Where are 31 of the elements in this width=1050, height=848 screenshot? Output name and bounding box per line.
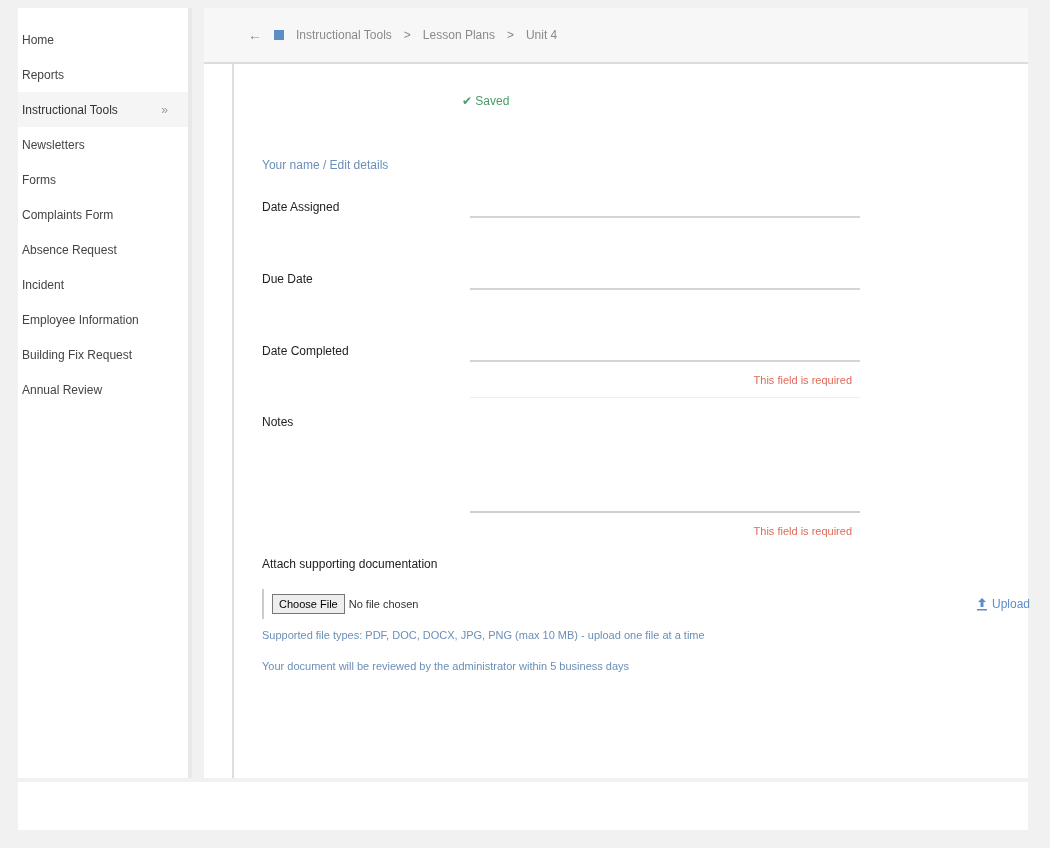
sidebar-item[interactable]: Reports bbox=[18, 57, 188, 92]
attachment-label: Attach supporting documentation bbox=[262, 556, 439, 573]
choose-file-button[interactable]: Choose File bbox=[272, 593, 345, 615]
file-status: No file chosen bbox=[348, 596, 419, 612]
field-label: Due Date bbox=[262, 271, 314, 288]
sidebar-item[interactable]: Complaints Form bbox=[18, 197, 188, 232]
sidebar-item[interactable]: Building Fix Request bbox=[18, 337, 188, 372]
breadcrumb-separator: > bbox=[506, 27, 514, 44]
help-text: Supported file types: PDF, DOC, DOCX, JPG, PNG (max 10 MB) - upload one file at a time bbox=[262, 628, 706, 643]
sidebar-item-label: Instructional Tools bbox=[22, 101, 118, 119]
details-link[interactable]: Your name / Edit details bbox=[262, 156, 389, 174]
field-label: Date Completed bbox=[262, 343, 350, 360]
notes-field[interactable] bbox=[470, 396, 860, 513]
sidebar-item[interactable]: Absence Request bbox=[18, 232, 188, 267]
sidebar-item[interactable]: Forms bbox=[18, 162, 188, 197]
upload-icon bbox=[975, 597, 988, 611]
sidebar-item[interactable]: Annual Review bbox=[18, 372, 188, 407]
sidebar-item[interactable]: Newsletters bbox=[18, 127, 188, 162]
sidebar-item[interactable]: Employee Information bbox=[18, 302, 188, 337]
field-label: Date Assigned bbox=[262, 199, 341, 216]
help-text: Your document will be reviewed by the administrator within 5 business days bbox=[262, 658, 631, 674]
saved-status: ✔ Saved bbox=[462, 93, 511, 110]
upload-button[interactable]: Upload bbox=[975, 595, 1030, 613]
error-message: This field is required bbox=[753, 523, 852, 539]
error-message: This field is required bbox=[753, 373, 852, 388]
field-label: Notes bbox=[262, 413, 295, 431]
sidebar-item[interactable]: Instructional Tools » bbox=[18, 92, 188, 127]
sidebar-item[interactable]: Incident bbox=[18, 267, 188, 302]
sidebar-item[interactable]: Home bbox=[18, 22, 188, 57]
breadcrumb-separator: > bbox=[403, 27, 411, 44]
page-icon bbox=[274, 30, 284, 40]
